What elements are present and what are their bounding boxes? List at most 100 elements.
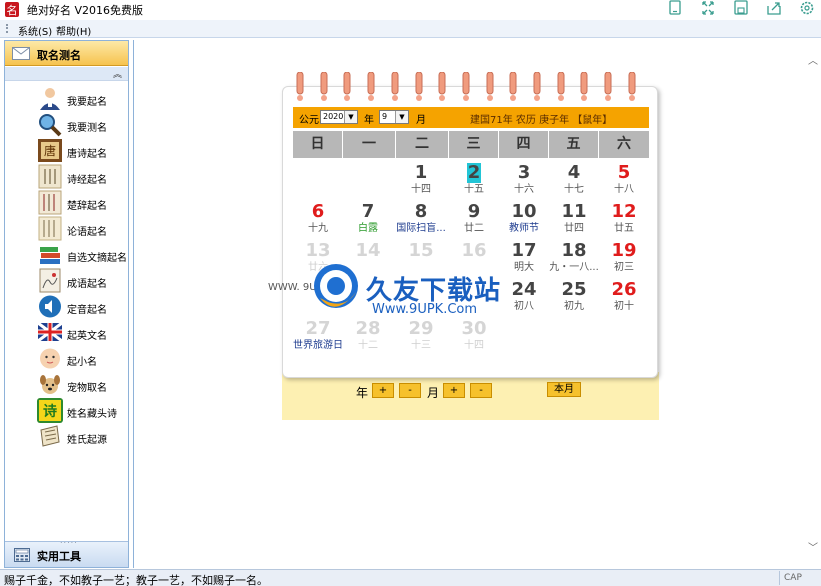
- book-icon: [38, 164, 62, 189]
- binding-ring: [320, 72, 328, 101]
- weekday-tue: 二: [396, 131, 449, 158]
- day-lunar-label: 十六: [514, 184, 534, 195]
- sidebar-item-label: 唐诗起名: [67, 149, 107, 160]
- year-minus-button[interactable]: -: [399, 383, 421, 398]
- month-minus-button[interactable]: -: [470, 383, 492, 398]
- watermark: WWW. 9UPK. Com 久友下载站 Www.9UPK.Com: [268, 258, 510, 338]
- sidebar-item-shi-jing[interactable]: 诗经起名: [5, 164, 128, 190]
- sidebar-item-ying-wen[interactable]: 起英文名: [5, 320, 128, 346]
- day-lunar-label: 白露: [358, 223, 378, 234]
- baby-icon: [40, 348, 60, 369]
- sidebar-item-wo-yao-qi-ming[interactable]: 我要起名: [5, 86, 128, 112]
- calendar-day[interactable]: 7 白露: [343, 202, 393, 240]
- sidebar-item-label: 起小名: [67, 357, 97, 368]
- collapse-up-icon[interactable]: ︽: [113, 67, 122, 80]
- sidebar-item-cang-tou-shi[interactable]: 诗 姓名藏头诗: [5, 398, 128, 424]
- day-number: 3: [517, 162, 531, 183]
- month-select-value: 9: [382, 112, 388, 121]
- year-plus-button[interactable]: +: [372, 383, 394, 398]
- calendar-day[interactable]: 19 初三: [599, 241, 649, 279]
- phone-icon[interactable]: [664, 0, 686, 16]
- binding-ring: [367, 72, 375, 101]
- calendar-day[interactable]: 1 十四: [396, 163, 446, 201]
- sidebar-item-cheng-yu[interactable]: 成语起名: [5, 268, 128, 294]
- settings-icon[interactable]: [796, 0, 818, 16]
- sidebar-item-ding-yin[interactable]: 定音起名: [5, 294, 128, 320]
- calendar-day[interactable]: 10 教师节: [499, 202, 549, 240]
- sidebar-item-label: 姓名藏头诗: [67, 409, 117, 420]
- day-number: 19: [611, 240, 637, 261]
- sidebar-item-label: 起英文名: [67, 331, 107, 342]
- sidebar-item-label: 我要起名: [67, 97, 107, 108]
- calendar-day[interactable]: 18 九・一八...: [549, 241, 599, 279]
- year-label: 年: [364, 115, 374, 126]
- svg-text:唐: 唐: [44, 143, 56, 158]
- sidebar-footer-tools[interactable]: ..... 实用工具: [5, 536, 128, 567]
- share-icon[interactable]: [763, 0, 785, 16]
- weekday-fri: 五: [549, 131, 599, 158]
- sidebar-item-wo-yao-ce-ming[interactable]: 我要测名: [5, 112, 128, 138]
- binding-ring: [533, 72, 541, 101]
- menu-help[interactable]: 帮助(H): [56, 23, 91, 38]
- sidebar: 取名测名 ︽ 我要起名 我要测名 唐 唐诗起名 诗经起名 楚辞起名 论语起名 自…: [4, 40, 129, 568]
- day-lunar-label: 十四: [411, 184, 431, 195]
- sidebar-item-chu-ci[interactable]: 楚辞起名: [5, 190, 128, 216]
- status-bar: 赐子千金，不如教子一艺；教子一艺，不如赐子一名。 CAP: [0, 569, 821, 586]
- calendar-day[interactable]: 5 十八: [599, 163, 649, 201]
- sidebar-header[interactable]: 取名测名: [5, 41, 128, 66]
- menu-grip: [6, 24, 8, 33]
- menu-system[interactable]: 系统(S): [18, 23, 52, 38]
- svg-text:诗: 诗: [43, 403, 57, 420]
- sidebar-item-xiao-ming[interactable]: 起小名: [5, 346, 128, 372]
- sidebar-item-wen-zhai[interactable]: 自选文摘起名: [5, 242, 128, 268]
- calendar-day[interactable]: 4 十七: [549, 163, 599, 201]
- day-lunar-label: 初三: [614, 262, 634, 273]
- day-lunar-label: 十七: [564, 184, 584, 195]
- save-icon[interactable]: [730, 0, 752, 16]
- day-lunar-label: 十五: [464, 184, 484, 195]
- weekday-wed: 三: [449, 131, 499, 158]
- calendar: 公元 2020 ▼ 年 9 ▼ 月 建国71年 农历 庚子年 【鼠年】 日 一 …: [282, 72, 659, 420]
- calendar-day[interactable]: 6 十九: [293, 202, 343, 240]
- sidebar-collapse-bar[interactable]: ︽: [5, 67, 128, 81]
- calendar-day[interactable]: 11 廿四: [549, 202, 599, 240]
- sidebar-item-lun-yu[interactable]: 论语起名: [5, 216, 128, 242]
- watermark-logo-icon: [314, 264, 358, 308]
- day-lunar-label: 十三: [411, 340, 431, 351]
- calendar-day[interactable]: 12 廿五: [599, 202, 649, 240]
- fullscreen-icon[interactable]: [697, 0, 719, 16]
- year-select[interactable]: 2020 ▼: [320, 110, 358, 124]
- watermark-url: Www.9UPK.Com: [372, 302, 478, 317]
- binding-ring: [580, 72, 588, 101]
- binding-ring: [486, 72, 494, 101]
- sidebar-item-tang-shi[interactable]: 唐 唐诗起名: [5, 138, 128, 164]
- sidebar-header-label: 取名测名: [37, 49, 81, 62]
- sidebar-item-label: 自选文摘起名: [67, 253, 127, 264]
- poem-icon: 诗: [37, 398, 63, 423]
- sound-icon: [39, 295, 61, 318]
- weekday-thu: 四: [499, 131, 549, 158]
- calendar-day[interactable]: 25 初九: [549, 280, 599, 318]
- month-select[interactable]: 9 ▼: [379, 110, 409, 124]
- flag-icon: [37, 321, 63, 343]
- sidebar-item-chong-wu[interactable]: 宠物取名: [5, 372, 128, 398]
- current-month-button[interactable]: 本月: [547, 382, 581, 397]
- scroll-up-icon[interactable]: ︿: [808, 52, 818, 67]
- weekday-mon: 一: [343, 131, 396, 158]
- dog-icon: [40, 375, 60, 394]
- day-lunar-label: 九・一八...: [549, 262, 599, 273]
- calendar-day[interactable]: 3 十六: [499, 163, 549, 201]
- sidebar-item-xing-shi[interactable]: 姓氏起源: [5, 424, 128, 450]
- calendar-day[interactable]: 8 国际扫盲...: [396, 202, 446, 240]
- day-lunar-label: 教师节: [509, 223, 539, 234]
- chevron-down-icon[interactable]: ▼: [395, 111, 408, 123]
- vertical-scrollbar[interactable]: ︿ ﹀: [805, 40, 821, 568]
- calendar-day[interactable]: 2 十五: [449, 163, 499, 201]
- book-icon: [38, 190, 62, 215]
- person-icon: [40, 88, 60, 110]
- scroll-down-icon[interactable]: ﹀: [808, 539, 818, 554]
- calendar-day[interactable]: 26 初十: [599, 280, 649, 318]
- chevron-down-icon[interactable]: ▼: [344, 111, 357, 123]
- calendar-day[interactable]: 9 廿二: [449, 202, 499, 240]
- month-plus-button[interactable]: +: [443, 383, 465, 398]
